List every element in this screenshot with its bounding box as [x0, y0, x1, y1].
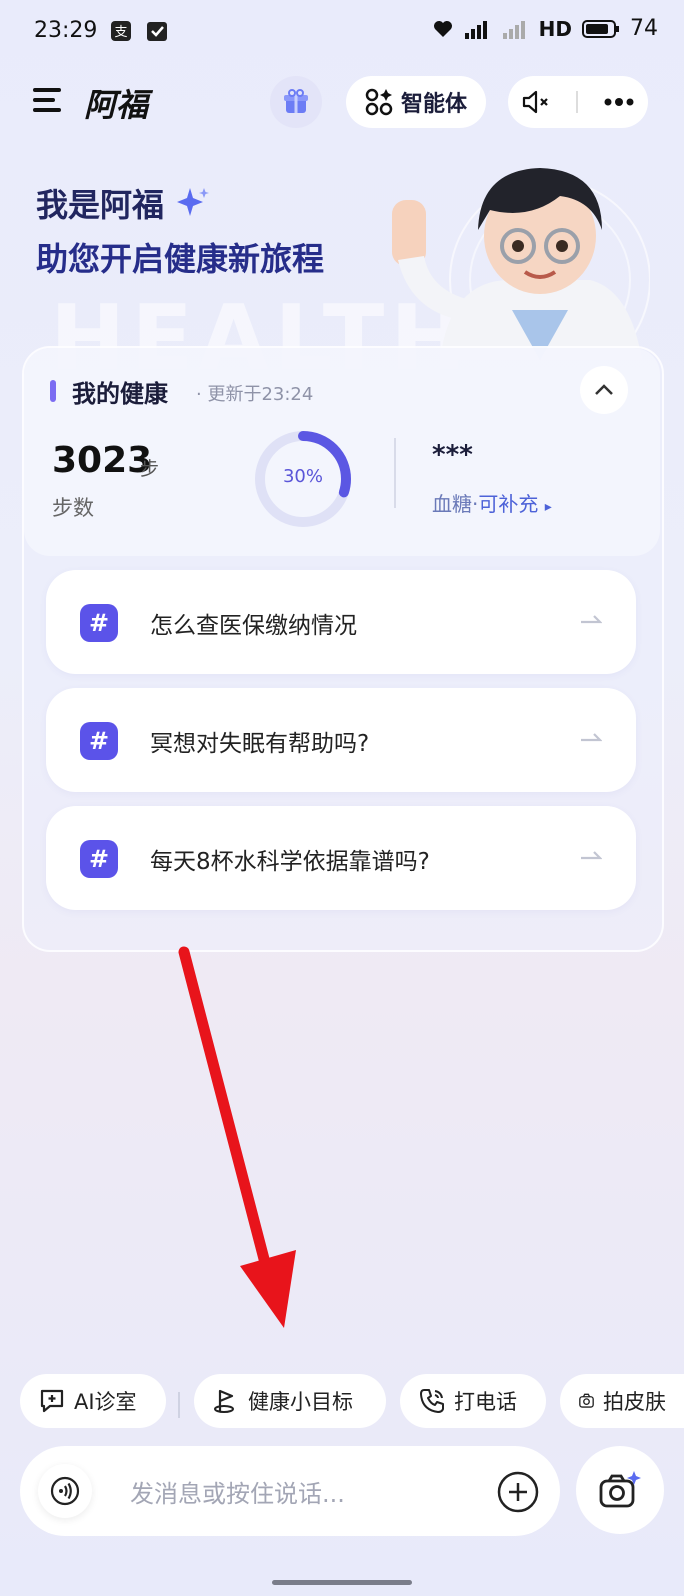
question-text: 怎么查医保缴纳情况 — [150, 613, 357, 639]
mute-icon[interactable] — [521, 89, 551, 115]
collapse-button[interactable] — [580, 366, 628, 414]
header-actions — [508, 76, 648, 128]
question-chip[interactable]: # 冥想对失眠有帮助吗? — [46, 688, 636, 792]
health-updated-time: · 更新于23:24 — [196, 384, 314, 405]
health-goal-chip[interactable]: 健康小目标 — [194, 1374, 386, 1428]
status-time: 23:29 — [34, 18, 98, 43]
signal-5g-icon — [464, 20, 487, 39]
battery-level: 74 — [630, 16, 658, 41]
health-card-title: 我的健康 — [72, 380, 168, 408]
play-icon: ▸ — [544, 499, 552, 515]
steps-value: 3023 — [52, 440, 153, 481]
chip-separator — [178, 1392, 180, 1418]
steps-label: 步数 — [52, 496, 94, 520]
camera-button[interactable] — [576, 1446, 664, 1534]
hashtag-icon: # — [80, 840, 118, 878]
title-accent-bar — [50, 380, 56, 402]
agent-grid-icon — [365, 88, 393, 116]
task-notification-icon — [147, 22, 167, 41]
hashtag-icon: # — [80, 722, 118, 760]
header-divider — [575, 91, 578, 113]
agent-button[interactable]: 智能体 — [346, 76, 486, 128]
status-bar: 23:29 支 HD 74 — [0, 0, 684, 64]
sparkle-icon — [177, 188, 209, 216]
chat-plus-icon — [40, 1389, 64, 1413]
blood-sugar-value: *** — [432, 440, 473, 470]
arrow-right-icon — [581, 733, 602, 742]
svg-text:支: 支 — [114, 25, 127, 40]
home-indicator — [272, 1580, 412, 1585]
card-divider — [394, 438, 396, 508]
voice-button[interactable] — [38, 1464, 92, 1518]
hero-title: 我是阿福 — [36, 186, 165, 224]
hd-indicator: HD — [538, 16, 572, 41]
question-chip[interactable]: # 怎么查医保缴纳情况 — [46, 570, 636, 674]
doctor-avatar — [392, 168, 650, 360]
hero-subtitle: 助您开启健康新旅程 — [36, 240, 325, 278]
message-input[interactable]: 发消息或按住说话... — [130, 1474, 345, 1509]
question-chip[interactable]: # 每天8杯水科学依据靠谱吗? — [46, 806, 636, 910]
agent-label: 智能体 — [400, 92, 467, 117]
chevron-up-icon — [595, 384, 613, 395]
skin-photo-chip[interactable]: 拍皮肤 — [560, 1374, 684, 1428]
health-goal-label: 健康小目标 — [248, 1390, 353, 1414]
alipay-notification-icon: 支 — [111, 21, 131, 41]
ai-clinic-label: AI诊室 — [74, 1390, 137, 1414]
add-icon[interactable] — [496, 1470, 540, 1514]
call-label: 打电话 — [454, 1390, 517, 1414]
hashtag-icon: # — [80, 604, 118, 642]
call-chip[interactable]: 打电话 — [400, 1374, 546, 1428]
skin-photo-label: 拍皮肤 — [603, 1390, 666, 1414]
signal-sim2-icon — [502, 20, 525, 39]
camera-icon — [579, 1393, 594, 1408]
app-title: 阿福 — [84, 86, 149, 124]
heart-icon — [433, 20, 452, 37]
flag-icon — [214, 1389, 234, 1413]
voice-wave-icon — [50, 1476, 80, 1506]
camera-sparkle-icon — [599, 1471, 641, 1508]
phone-call-icon — [420, 1389, 444, 1413]
more-icon[interactable] — [603, 97, 635, 107]
question-text: 冥想对失眠有帮助吗? — [150, 731, 370, 757]
arrow-right-icon — [581, 851, 602, 860]
blood-sugar-add-link[interactable]: 可补充 — [478, 492, 538, 516]
menu-icon[interactable] — [33, 88, 63, 114]
gift-button[interactable] — [270, 76, 322, 128]
question-text: 每天8杯水科学依据靠谱吗? — [150, 849, 430, 875]
battery-icon — [582, 19, 619, 38]
steps-unit: 步 — [140, 458, 160, 480]
progress-label: 30% — [282, 466, 323, 487]
gift-icon — [284, 89, 308, 113]
ai-clinic-chip[interactable]: AI诊室 — [20, 1374, 166, 1428]
arrow-right-icon — [581, 615, 602, 624]
blood-sugar-label: 血糖· — [432, 492, 479, 516]
status-right: HD 74 — [433, 16, 658, 41]
blood-sugar-row[interactable]: 血糖·可补充 ▸ — [432, 488, 552, 517]
